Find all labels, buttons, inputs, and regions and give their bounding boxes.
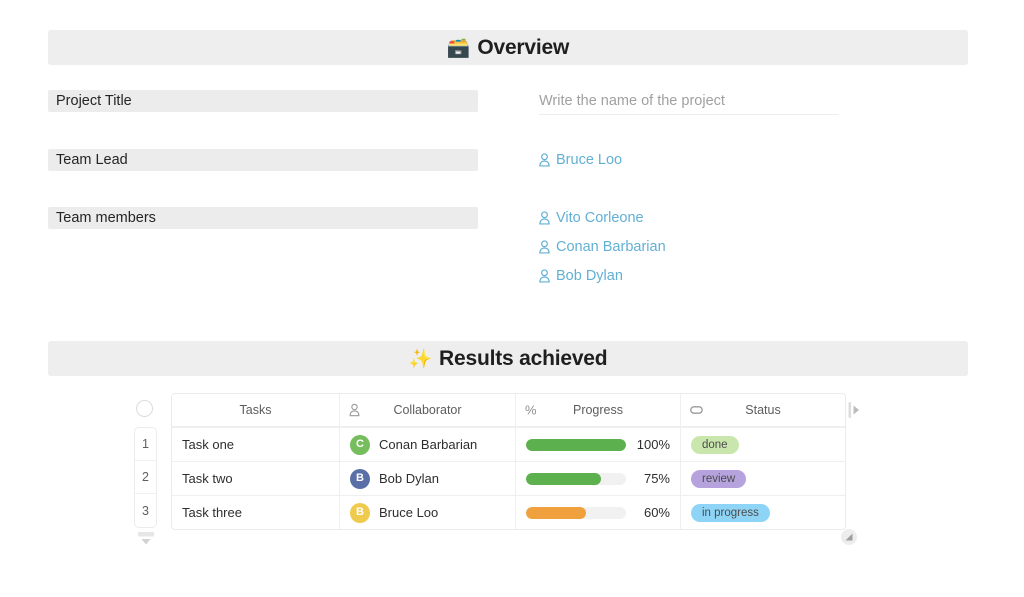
results-section-header: ✨ Results achieved (48, 341, 968, 376)
field-label-team-lead-text: Team Lead (56, 152, 128, 168)
progress-bar-fill (526, 472, 601, 485)
select-all-checkbox[interactable] (136, 400, 153, 417)
progress-bar-fill (526, 438, 626, 451)
overview-title-text: Overview (477, 36, 570, 59)
row-number-1[interactable]: 1 (135, 428, 156, 461)
results-title: ✨ Results achieved (409, 348, 608, 369)
collaborator-name: Conan Barbarian (379, 437, 478, 452)
table-row[interactable]: Task two B Bob Dylan 75% review (172, 462, 845, 496)
table-body: Task one C Conan Barbarian 100% done Tas… (172, 428, 845, 529)
row-number-column: 1 2 3 (134, 427, 157, 528)
cell-status[interactable]: done (681, 428, 845, 461)
project-overview-page: 🗃️ Overview Project Title Team Lead Team … (0, 0, 1024, 597)
table-header-row: Tasks Collaborator % Progress Status (172, 394, 845, 428)
progress-bar-track (526, 506, 626, 519)
table-row[interactable]: Task one C Conan Barbarian 100% done (172, 428, 845, 462)
sparkles-emoji: ✨ (408, 349, 433, 370)
person-name-member-1: Vito Corleone (556, 210, 644, 226)
avatar: C (350, 434, 370, 455)
label-pill-icon (690, 406, 703, 415)
status-badge: done (691, 435, 739, 454)
cell-task[interactable]: Task two (172, 462, 340, 495)
person-icon (539, 240, 550, 254)
results-title-text: Results achieved (439, 347, 608, 370)
person-icon (539, 269, 550, 283)
cell-status[interactable]: in progress (681, 496, 845, 529)
overview-title: 🗃️ Overview (447, 37, 569, 58)
status-badge: in progress (691, 503, 770, 522)
cell-task[interactable]: Task one (172, 428, 340, 461)
person-chip-member-2[interactable]: Conan Barbarian (539, 237, 666, 257)
task-name: Task one (182, 437, 235, 452)
column-header-collaborator[interactable]: Collaborator (340, 394, 516, 427)
column-header-progress-label: Progress (572, 403, 624, 417)
cell-progress[interactable]: 75% (516, 462, 681, 495)
person-name-member-3: Bob Dylan (556, 268, 623, 284)
column-header-collaborator-label: Collaborator (393, 403, 462, 417)
progress-percent-label: 60% (643, 505, 670, 520)
progress-bar-track (526, 472, 626, 485)
cell-collaborator[interactable]: B Bruce Loo (340, 496, 516, 529)
field-label-team-members[interactable]: Team members (48, 207, 478, 229)
field-label-team-lead[interactable]: Team Lead (48, 149, 478, 171)
cell-progress[interactable]: 60% (516, 496, 681, 529)
cell-progress[interactable]: 100% (516, 428, 681, 461)
field-label-project-title-text: Project Title (56, 93, 132, 109)
status-badge: review (691, 469, 747, 488)
avatar: B (350, 468, 370, 489)
column-header-tasks[interactable]: Tasks (172, 394, 340, 427)
cell-collaborator[interactable]: C Conan Barbarian (340, 428, 516, 461)
collaborator-name: Bruce Loo (379, 505, 439, 520)
row-number-3[interactable]: 3 (135, 494, 156, 527)
person-name-member-2: Conan Barbarian (556, 239, 666, 255)
person-chip-member-1[interactable]: Vito Corleone (539, 208, 666, 228)
person-name-team-lead: Bruce Loo (556, 152, 623, 168)
card-file-box-emoji: 🗃️ (446, 38, 471, 59)
team-lead-value: Bruce Loo (539, 150, 622, 170)
overview-section-header: 🗃️ Overview (48, 30, 968, 65)
table-resize-handle[interactable] (841, 529, 857, 545)
task-name: Task three (182, 505, 242, 520)
add-row-icon[interactable] (136, 531, 156, 547)
cell-collaborator[interactable]: B Bob Dylan (340, 462, 516, 495)
project-title-placeholder: Write the name of the project (539, 93, 725, 109)
field-label-team-members-text: Team members (56, 210, 156, 226)
column-header-tasks-label: Tasks (239, 403, 272, 417)
person-icon (539, 153, 550, 167)
table-grid: Tasks Collaborator % Progress Status Tas… (171, 393, 846, 530)
task-name: Task two (182, 471, 233, 486)
person-icon (539, 211, 550, 225)
person-icon (349, 403, 360, 417)
progress-bar-fill (526, 506, 586, 519)
avatar: B (350, 502, 370, 523)
column-header-status[interactable]: Status (681, 394, 845, 427)
percent-icon: % (525, 402, 537, 418)
person-chip-team-lead[interactable]: Bruce Loo (539, 150, 622, 170)
column-header-progress[interactable]: % Progress (516, 394, 681, 427)
results-table: 1 2 3 Tasks Collaborator % Progress Stat… (133, 393, 861, 548)
row-number-2[interactable]: 2 (135, 461, 156, 494)
collaborator-name: Bob Dylan (379, 471, 439, 486)
project-title-input[interactable]: Write the name of the project (539, 91, 839, 115)
add-column-icon[interactable] (848, 401, 861, 419)
progress-bar-track (526, 438, 626, 451)
team-members-value: Vito Corleone Conan Barbarian Bob Dylan (539, 208, 666, 286)
table-row[interactable]: Task three B Bruce Loo 60% in progress (172, 496, 845, 529)
person-chip-member-3[interactable]: Bob Dylan (539, 266, 666, 286)
progress-percent-label: 100% (636, 437, 670, 452)
progress-percent-label: 75% (643, 471, 670, 486)
cell-task[interactable]: Task three (172, 496, 340, 529)
cell-status[interactable]: review (681, 462, 845, 495)
column-header-status-label: Status (745, 403, 781, 417)
field-label-project-title[interactable]: Project Title (48, 90, 478, 112)
